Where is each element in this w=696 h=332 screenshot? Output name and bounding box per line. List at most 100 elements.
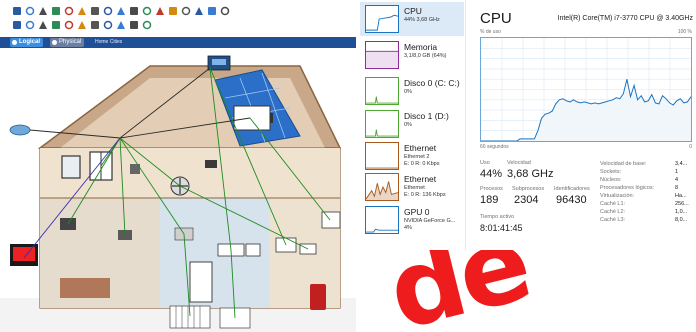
uso-value: 44% — [480, 168, 503, 180]
subprocesos-label: Subprocesos — [512, 186, 545, 192]
spec-value: 8 — [675, 185, 679, 191]
cpu-usage-chart — [481, 38, 691, 141]
uso-label: Uso — [480, 160, 490, 166]
delete-icon[interactable] — [38, 20, 48, 30]
custom-device-icon[interactable] — [194, 6, 204, 16]
spec-key: Virtualización: — [600, 193, 635, 199]
sidebar-item-title: Disco 1 (D:) — [404, 111, 449, 121]
drawing-icon[interactable] — [207, 6, 217, 16]
palette-icon[interactable] — [181, 6, 191, 16]
spec-key: Núcleos: — [600, 177, 622, 183]
logical-mode-tab[interactable]: Logical — [10, 38, 44, 47]
inspect-icon[interactable] — [25, 20, 35, 30]
logical-workspace-canvas[interactable] — [0, 48, 356, 332]
task-manager-performance: CPU 44% 3,68 GHz Memoria 3,1/8,0 GB (64%) Di… — [356, 0, 696, 250]
sidebar-item-ethernet-4[interactable]: Ethernet Ethernet 2 E: 0 R: 0 Kbps — [360, 139, 464, 173]
wizard-icon[interactable] — [64, 6, 74, 16]
spec-key: Velocidad de base: — [600, 161, 647, 167]
resize-icon[interactable] — [51, 20, 61, 30]
select-icon[interactable] — [12, 20, 22, 30]
overlay-word: de — [376, 250, 540, 332]
zoom-in-icon[interactable] — [142, 6, 152, 16]
physical-icon — [52, 40, 57, 45]
sidebar-item-title: Ethernet — [404, 174, 437, 184]
velocidad-value: 3,68 GHz — [507, 168, 554, 180]
sidebar-item-disk-3[interactable]: Disco 1 (D:) 0% — [360, 107, 464, 141]
sidebar-item-cpu-0[interactable]: CPU 44% 3,68 GHz — [360, 2, 464, 36]
cpu-title: CPU — [480, 10, 512, 27]
spec-value: 4 — [675, 177, 679, 183]
smart-home-diagram — [0, 55, 356, 332]
battery-icon[interactable] — [233, 105, 273, 131]
line-icon[interactable] — [77, 20, 87, 30]
spec-value: 3,4... — [675, 161, 688, 167]
redo-icon[interactable] — [129, 6, 139, 16]
paste-icon[interactable] — [103, 6, 113, 16]
sidebar-item-subtitle: 4% — [404, 225, 412, 231]
sidebar-item-subtitle: E: 0 R: 0 Kbps — [404, 161, 440, 167]
note-icon[interactable] — [64, 20, 74, 30]
velocidad-label: Velocidad — [507, 160, 531, 166]
disk-graph-icon — [365, 77, 399, 105]
procesos-label: Procesos — [480, 186, 503, 192]
cpu-model-name: Intel(R) Core(TM) i7-3770 CPU @ 3.40GHz — [557, 15, 693, 22]
subprocesos-value: 2304 — [514, 194, 539, 206]
sofa — [60, 278, 110, 298]
undo-icon[interactable] — [116, 6, 126, 16]
spec-key: Procesadores lógicos: — [600, 185, 655, 191]
refrigerator-icon[interactable] — [189, 261, 213, 303]
gpu-graph-icon — [365, 206, 399, 234]
add-pdu-icon[interactable] — [129, 20, 139, 30]
sidebar-item-title: Memoria — [404, 42, 438, 52]
copy-icon[interactable] — [90, 6, 100, 16]
zoom-out-icon[interactable] — [168, 6, 178, 16]
open-icon[interactable] — [25, 6, 35, 16]
cpu-usage-graph — [480, 37, 692, 142]
graph-usage-label: % de uso — [480, 29, 501, 35]
cpu-graph-icon — [365, 5, 399, 33]
rectangle-icon[interactable] — [90, 20, 100, 30]
spec-value: 256... — [675, 201, 689, 207]
red-overlay-text: de — [356, 250, 696, 332]
sidebar-item-subtitle: 0% — [404, 122, 412, 128]
sidebar-item-title: Disco 0 (C: C:) — [404, 78, 460, 88]
zoom-reset-icon[interactable] — [155, 6, 165, 16]
smart-tv-icon[interactable] — [10, 244, 38, 266]
save-icon[interactable] — [38, 6, 48, 16]
spec-value: Ha... — [675, 193, 687, 199]
car-icon[interactable] — [310, 284, 326, 310]
spec-value: 1,0... — [675, 209, 688, 215]
activity-icon[interactable] — [77, 6, 87, 16]
sidebar-item-memory-1[interactable]: Memoria 3,1/8,0 GB (64%) — [360, 38, 464, 72]
disk-graph-icon — [365, 110, 399, 138]
window-icon[interactable] — [61, 155, 81, 179]
sidebar-item-subtitle: 3,1/8,0 GB (64%) — [404, 53, 447, 59]
sidebar-item-subtitle: Ethernet — [404, 185, 425, 191]
spec-value: 1 — [675, 169, 679, 175]
physical-mode-tab[interactable]: Physical — [50, 38, 85, 47]
new-icon[interactable] — [12, 6, 22, 16]
spec-value: 8,0... — [675, 217, 688, 223]
water-sprinkler-icon[interactable] — [321, 211, 341, 229]
sidebar-item-title: GPU 0 — [404, 207, 430, 217]
performance-sidebar: CPU 44% 3,68 GHz Memoria 3,1/8,0 GB (64%) Di… — [356, 0, 466, 250]
sidebar-item-subtitle: 44% 3,68 GHz — [404, 17, 440, 23]
heating-coil-icon[interactable] — [169, 305, 211, 329]
sidebar-item-subtitle: E: 0 R: 136 Kbps — [404, 192, 446, 198]
sidebar-item-gpu-6[interactable]: GPU 0 NVIDIA GeForce G... 4% — [360, 203, 464, 237]
cpu-detail-panel: CPU Intel(R) Core(TM) i7-3770 CPU @ 3.40… — [470, 0, 696, 250]
freeform-icon[interactable] — [116, 20, 126, 30]
main-toolbar — [12, 6, 230, 17]
sidebar-item-disk-2[interactable]: Disco 0 (C: C:) 0% — [360, 74, 464, 108]
identificadores-value: 96430 — [556, 194, 587, 206]
workspace-mode-bar: Logical Physical Home Cities — [0, 37, 356, 48]
identificadores-label: Identificadores — [554, 186, 590, 192]
print-icon[interactable] — [51, 6, 61, 16]
home-router-icon[interactable] — [9, 124, 31, 136]
spec-key: Caché L2: — [600, 209, 626, 215]
solar-controller-icon[interactable] — [207, 55, 231, 71]
complex-pdu-icon[interactable] — [142, 20, 152, 30]
sidebar-item-ethernet-5[interactable]: Ethernet Ethernet E: 0 R: 136 Kbps — [360, 170, 464, 204]
ellipse-icon[interactable] — [103, 20, 113, 30]
viewport-icon[interactable] — [220, 6, 230, 16]
